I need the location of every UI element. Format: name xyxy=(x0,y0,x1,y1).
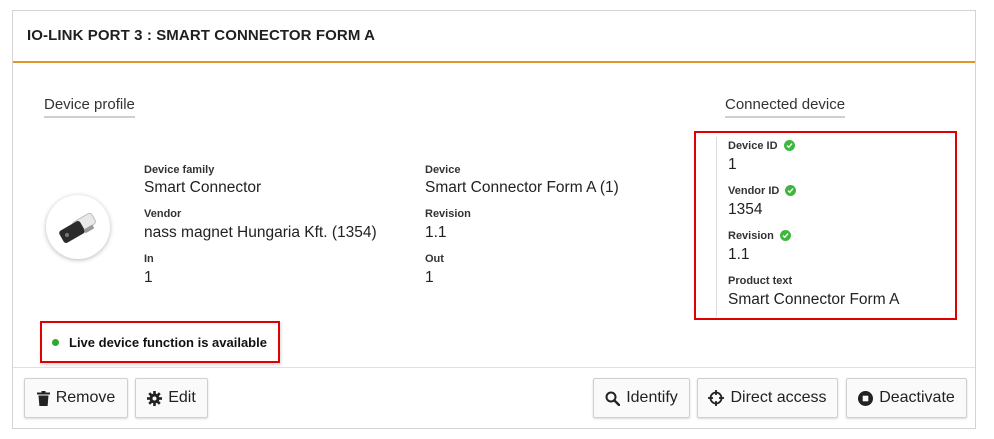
vendor-id-value: 1354 xyxy=(728,201,763,218)
direct-access-button-label: Direct access xyxy=(730,389,827,406)
check-icon xyxy=(785,184,797,196)
in-label: In xyxy=(144,253,154,265)
vendor-label: Vendor xyxy=(144,208,182,220)
footer-divider xyxy=(13,367,975,368)
live-status-text: Live device function is available xyxy=(69,335,267,350)
device-label: Device xyxy=(425,164,461,176)
trash-icon xyxy=(36,390,50,406)
device-family-label: Device family xyxy=(144,164,215,176)
revision-value: 1.1 xyxy=(425,224,447,241)
edit-button[interactable]: Edit xyxy=(135,378,208,418)
card-header: IO-LINK PORT 3 : SMART CONNECTOR FORM A xyxy=(13,11,975,63)
deactivate-button-label: Deactivate xyxy=(879,389,955,406)
in-value: 1 xyxy=(144,269,153,286)
io-link-port-card: IO-LINK PORT 3 : SMART CONNECTOR FORM A … xyxy=(12,10,976,429)
identify-button[interactable]: Identify xyxy=(593,378,690,418)
device-id-row: Device ID xyxy=(728,139,795,152)
vendor-value: nass magnet Hungaria Kft. (1354) xyxy=(144,224,377,241)
out-label: Out xyxy=(425,253,444,265)
connected-revision-value: 1.1 xyxy=(728,246,750,263)
product-text-label: Product text xyxy=(728,275,793,287)
connected-revision-row: Revision xyxy=(728,229,791,242)
device-value: Smart Connector Form A (1) xyxy=(425,179,619,196)
device-id-value: 1 xyxy=(728,156,737,173)
check-icon xyxy=(783,139,795,151)
page-title: IO-LINK PORT 3 : SMART CONNECTOR FORM A xyxy=(27,27,376,44)
remove-button[interactable]: Remove xyxy=(24,378,128,418)
search-icon xyxy=(605,391,621,406)
vendor-id-row: Vendor ID xyxy=(728,184,797,197)
device-profile-heading: Device profile xyxy=(44,96,135,118)
connected-revision-label: Revision xyxy=(728,230,774,242)
device-id-label: Device ID xyxy=(728,140,778,152)
direct-access-button[interactable]: Direct access xyxy=(697,378,838,418)
status-dot xyxy=(52,339,59,346)
edit-button-label: Edit xyxy=(168,389,196,406)
revision-label: Revision xyxy=(425,208,471,220)
identify-button-label: Identify xyxy=(626,389,678,406)
crosshair-icon xyxy=(708,390,725,406)
device-family-value: Smart Connector xyxy=(144,179,262,196)
out-value: 1 xyxy=(425,269,434,286)
deactivate-button[interactable]: Deactivate xyxy=(846,378,967,418)
vendor-id-label: Vendor ID xyxy=(728,185,780,197)
remove-button-label: Remove xyxy=(55,389,116,406)
live-status-highlight: Live device function is available xyxy=(40,321,280,363)
product-text-value: Smart Connector Form A xyxy=(728,291,900,308)
connected-device-heading: Connected device xyxy=(725,96,846,118)
device-image xyxy=(46,195,110,259)
stop-circle-icon xyxy=(858,390,874,406)
connected-device-divider xyxy=(716,137,717,317)
gear-icon xyxy=(147,390,163,406)
check-icon xyxy=(779,229,791,241)
